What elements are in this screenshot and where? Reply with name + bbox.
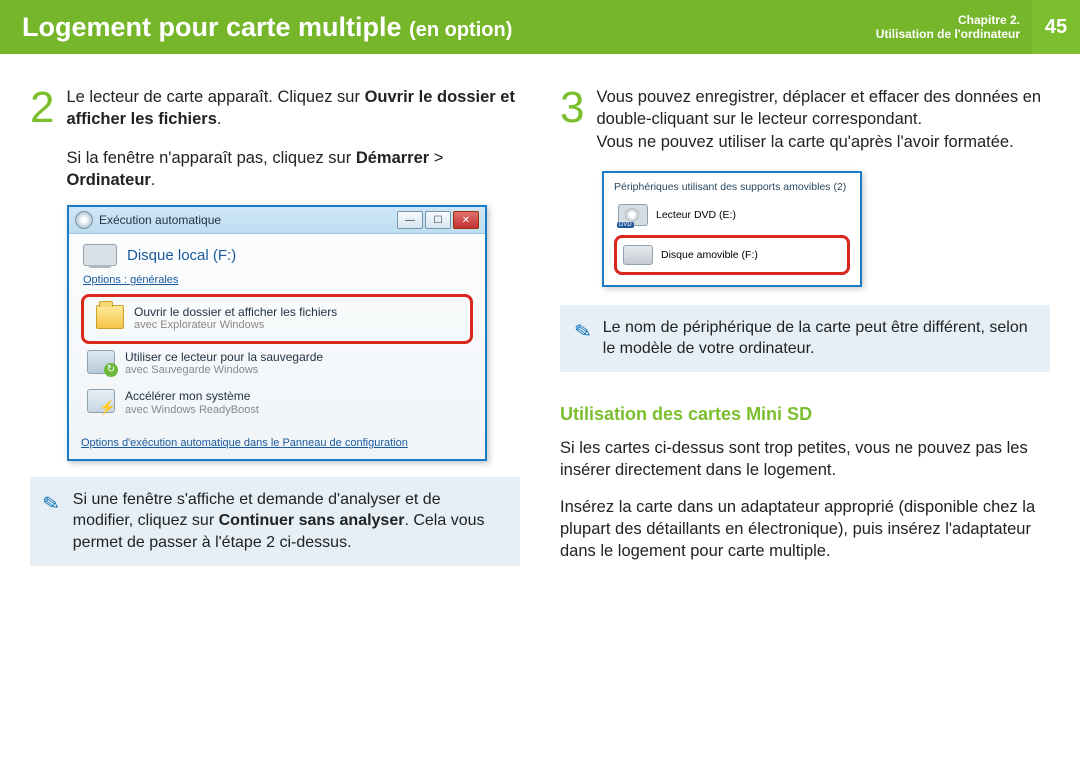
paragraph-1: Si les cartes ci-dessus sont trop petite… <box>560 437 1050 482</box>
step-3-text: Vous pouvez enregistrer, déplacer et eff… <box>596 86 1050 153</box>
left-column: 2 Le lecteur de carte apparaît. Cliquez … <box>30 86 520 576</box>
chapter-label: Chapitre 2. Utilisation de l'ordinateur <box>876 13 1032 41</box>
highlight-removable-drive: Disque amovible (F:) <box>614 235 850 275</box>
maximize-button[interactable]: ☐ <box>425 211 451 229</box>
devwin-title: Périphériques utilisant des supports amo… <box>614 181 850 193</box>
devwin-row-dvd[interactable]: DVD Lecteur DVD (E:) <box>614 199 850 231</box>
speed-icon <box>87 389 115 413</box>
folder-icon <box>96 305 124 329</box>
dvd-drive-icon: DVD <box>618 204 648 226</box>
autoplay-item-readyboost[interactable]: Accélérer mon système avec Windows Ready… <box>79 383 475 423</box>
chapter-line2: Utilisation de l'ordinateur <box>876 27 1020 41</box>
note-icon: ✎ <box>41 490 68 555</box>
backup-icon <box>87 350 115 374</box>
step-3: 3 Vous pouvez enregistrer, déplacer et e… <box>560 86 1050 153</box>
minimize-button[interactable]: — <box>397 211 423 229</box>
removable-drive-icon <box>623 245 653 265</box>
autoplay-controlpanel-link[interactable]: Options d'exécution automatique dans le … <box>69 431 485 459</box>
step-2-text: Le lecteur de carte apparaît. Cliquez su… <box>66 86 520 191</box>
highlight-open-folder: Ouvrir le dossier et afficher les fichie… <box>81 294 473 344</box>
step-2-number: 2 <box>30 90 54 191</box>
devwin-row-removable[interactable]: Disque amovible (F:) <box>619 240 845 270</box>
drive-icon <box>83 244 117 266</box>
content: 2 Le lecteur de carte apparaît. Cliquez … <box>0 54 1080 576</box>
drive-label: Disque local (F:) <box>127 247 236 264</box>
paragraph-2: Insérez la carte dans un adaptateur appr… <box>560 496 1050 563</box>
autoplay-titlebar: Exécution automatique — ☐ ✕ <box>69 207 485 234</box>
title-option: (en option) <box>409 19 512 41</box>
title-main: Logement pour carte multiple <box>22 12 402 42</box>
autoplay-title: Exécution automatique <box>99 213 391 227</box>
step-3-number: 3 <box>560 90 584 153</box>
chapter-line1: Chapitre 2. <box>876 13 1020 27</box>
autoplay-icon <box>75 211 93 229</box>
window-controls: — ☐ ✕ <box>397 211 479 229</box>
note-box-right: ✎ Le nom de périphérique de la carte peu… <box>560 305 1050 372</box>
autoplay-drive-row: Disque local (F:) <box>69 234 485 272</box>
page-title: Logement pour carte multiple (en option) <box>22 12 512 43</box>
autoplay-window: Exécution automatique — ☐ ✕ Disque local… <box>67 205 487 461</box>
header-right: Chapitre 2. Utilisation de l'ordinateur … <box>876 0 1080 54</box>
step-2-subtext: Si la fenêtre n'apparaît pas, cliquez su… <box>66 147 520 192</box>
close-button[interactable]: ✕ <box>453 211 479 229</box>
note-box-left: ✎ Si une fenêtre s'affiche et demande d'… <box>30 477 520 566</box>
autoplay-option-list: Ouvrir le dossier et afficher les fichie… <box>69 288 485 431</box>
page-header: Logement pour carte multiple (en option)… <box>0 0 1080 54</box>
subheading-mini-sd: Utilisation des cartes Mini SD <box>560 404 1050 425</box>
note-icon: ✎ <box>573 318 597 361</box>
step-2: 2 Le lecteur de carte apparaît. Cliquez … <box>30 86 520 191</box>
note-text-right: Le nom de périphérique de la carte peut … <box>603 317 1034 360</box>
autoplay-item-backup[interactable]: Utiliser ce lecteur pour la sauvegarde a… <box>79 344 475 384</box>
removable-devices-window: Périphériques utilisant des supports amo… <box>602 171 862 287</box>
autoplay-section-general: Options : générales <box>69 272 485 288</box>
right-column: 3 Vous pouvez enregistrer, déplacer et e… <box>560 86 1050 576</box>
removable-drive-label: Disque amovible (F:) <box>661 249 758 261</box>
dvd-drive-label: Lecteur DVD (E:) <box>656 209 736 221</box>
autoplay-item-open-folder[interactable]: Ouvrir le dossier et afficher les fichie… <box>88 299 466 339</box>
page-number: 45 <box>1032 0 1080 54</box>
note-text-left: Si une fenêtre s'affiche et demande d'an… <box>73 489 504 554</box>
